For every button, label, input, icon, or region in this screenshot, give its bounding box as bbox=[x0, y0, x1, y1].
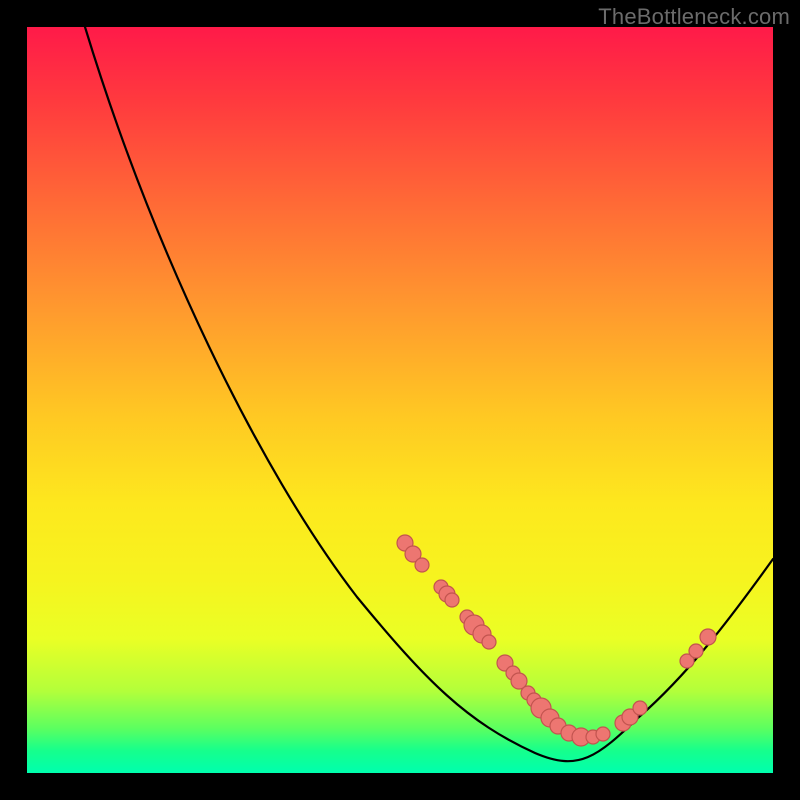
data-point bbox=[700, 629, 716, 645]
bottleneck-curve bbox=[85, 27, 773, 761]
data-point bbox=[689, 644, 703, 658]
chart-svg bbox=[27, 27, 773, 773]
data-point bbox=[633, 701, 647, 715]
data-point bbox=[415, 558, 429, 572]
data-point bbox=[596, 727, 610, 741]
data-points-group bbox=[397, 535, 716, 746]
data-point bbox=[482, 635, 496, 649]
data-point bbox=[445, 593, 459, 607]
